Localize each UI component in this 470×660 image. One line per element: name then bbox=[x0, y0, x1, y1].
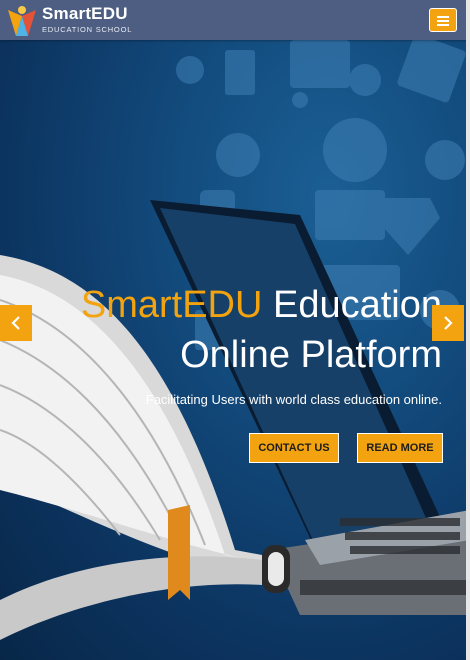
read-more-button[interactable]: READ MORE bbox=[357, 433, 443, 463]
brand-name[interactable]: SmartEDU bbox=[42, 4, 128, 24]
chevron-left-icon bbox=[11, 316, 20, 330]
brand-tagline: EDUCATION SCHOOL bbox=[42, 25, 133, 34]
hero-title: SmartEDU Education Online Platform bbox=[2, 280, 442, 380]
hamburger-icon bbox=[437, 24, 449, 26]
hamburger-icon bbox=[437, 16, 449, 18]
top-navbar: SmartEDU EDUCATION SCHOOL bbox=[0, 0, 470, 40]
slider-next-button[interactable] bbox=[432, 305, 464, 341]
chevron-right-icon bbox=[444, 316, 453, 330]
page: SmartEDU EDUCATION SCHOOL SmartEDU Educa… bbox=[0, 0, 470, 660]
hero-title-accent: SmartEDU bbox=[80, 284, 263, 326]
hero-title-line2: Online Platform bbox=[180, 334, 442, 376]
slider-prev-button[interactable] bbox=[0, 305, 32, 341]
contact-us-button[interactable]: CONTACT US bbox=[249, 433, 339, 463]
smartedu-logo[interactable] bbox=[4, 2, 40, 38]
hero-subtitle: Facilitating Users with world class educ… bbox=[145, 392, 442, 407]
menu-toggle-button[interactable] bbox=[429, 8, 457, 32]
hamburger-icon bbox=[437, 20, 449, 22]
page-scrollbar[interactable] bbox=[466, 0, 470, 660]
hero-title-rest: Education bbox=[262, 284, 442, 326]
